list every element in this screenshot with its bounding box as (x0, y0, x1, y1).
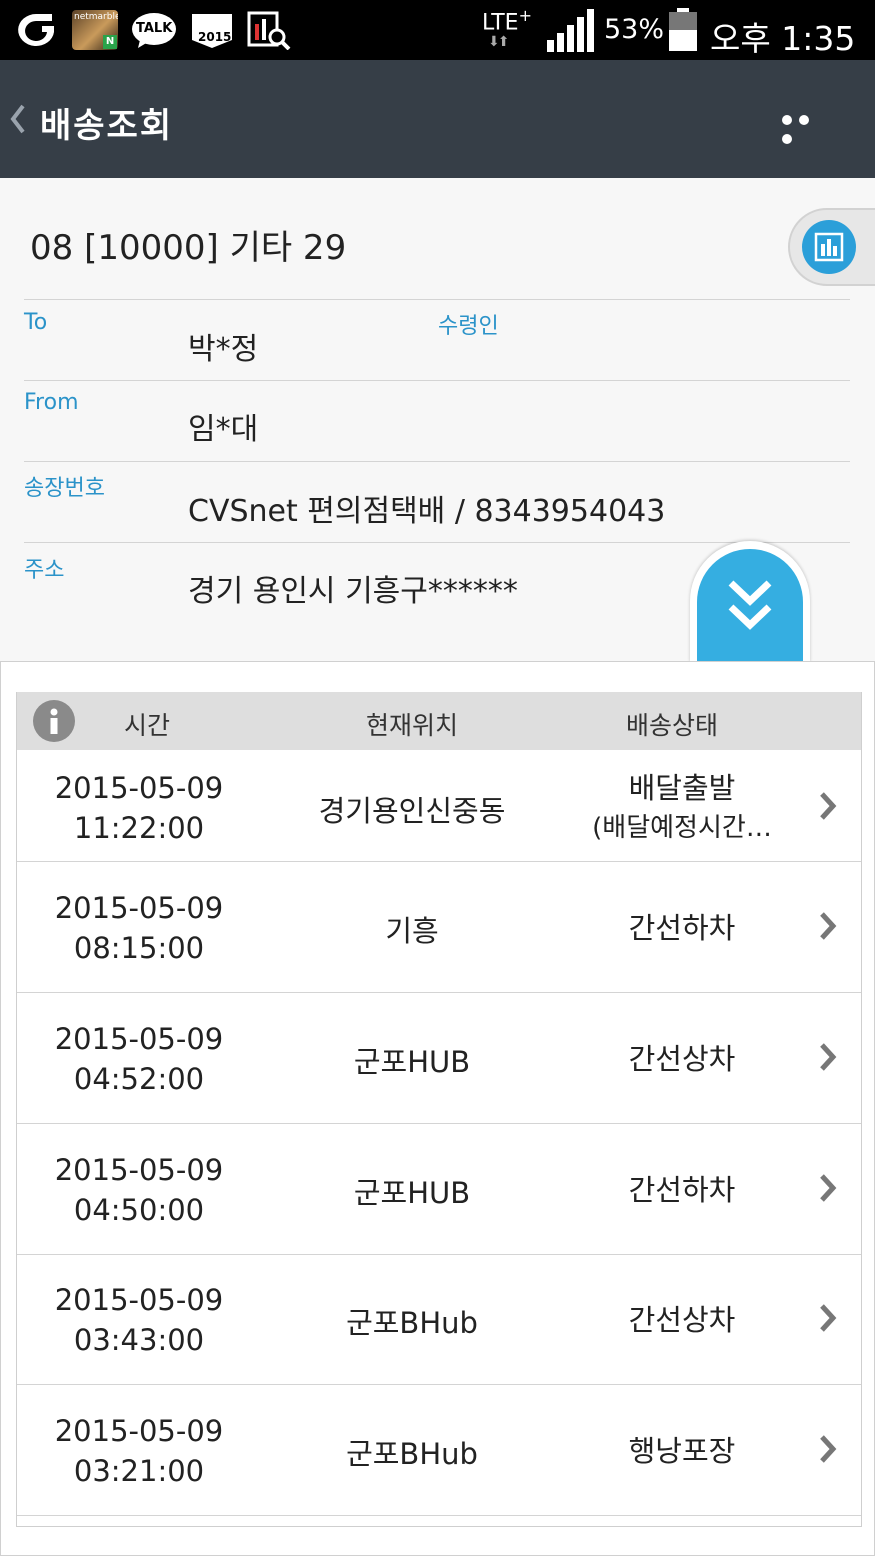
address-value: 경기 용인시 기흥구****** (188, 574, 518, 609)
table-header: 시간 현재위치 배송상태 (17, 692, 861, 750)
row-time: 11:22:00 (73, 811, 205, 845)
row-location: 군포HUB (353, 1045, 471, 1079)
tracking-panel: 시간 현재위치 배송상태 2015-05-09 11:22:00 경기용인신중동 … (0, 661, 875, 1556)
network-plus: + (518, 6, 532, 25)
more-options-icon[interactable] (782, 110, 832, 144)
row-time: 04:50:00 (73, 1193, 205, 1227)
expand-button[interactable] (690, 541, 810, 663)
row-status-line1: 배달출발 (628, 771, 736, 805)
network-label: LTE (482, 10, 519, 36)
2015-app-icon: 2015 (188, 10, 236, 50)
table-row[interactable]: 2015-05-09 04:50:00 군포HUB 간선하차 (17, 1124, 861, 1255)
row-datetime: 2015-05-09 04:50:00 (37, 1150, 241, 1230)
row-date: 2015-05-09 (54, 891, 224, 925)
chart-icon (802, 220, 856, 274)
table-row[interactable]: 2015-05-09 03:21:00 군포BHub 행낭포장 (17, 1385, 861, 1516)
tracking-table: 시간 현재위치 배송상태 2015-05-09 11:22:00 경기용인신중동 … (16, 692, 862, 1527)
to-value: 박*정 (188, 332, 259, 367)
item-title: 08 [10000] 기타 29 (30, 228, 347, 268)
divider (24, 380, 850, 381)
olleh-icon (18, 14, 55, 46)
row-status: 간선하차 (628, 1173, 736, 1207)
invoice-label: 송장번호 (24, 476, 105, 501)
divider (24, 542, 850, 543)
row-location: 기흥 (385, 914, 439, 948)
header-time: 시간 (123, 711, 170, 740)
row-date: 2015-05-09 (54, 771, 224, 805)
row-datetime: 2015-05-09 03:43:00 (37, 1280, 241, 1360)
divider (24, 461, 850, 462)
shipment-summary: 08 [10000] 기타 29 To 수령인 박*정 From 임*대 송장번… (0, 178, 875, 663)
row-status: 간선하차 (628, 911, 736, 945)
table-row[interactable]: 2015-05-09 11:22:00 경기용인신중동 배달출발 (배달예정시간… (17, 750, 861, 862)
row-status: 간선상차 (628, 1042, 736, 1076)
chevron-right-icon (820, 1174, 837, 1202)
row-time: 03:21:00 (73, 1454, 205, 1488)
row-date: 2015-05-09 (54, 1414, 224, 1448)
row-date: 2015-05-09 (54, 1283, 224, 1317)
row-location: 경기용인신중동 (318, 794, 506, 828)
row-datetime: 2015-05-09 04:52:00 (37, 1019, 241, 1099)
row-date: 2015-05-09 (54, 1153, 224, 1187)
row-status: 간선상차 (628, 1303, 736, 1337)
row-location: 군포BHub (346, 1437, 478, 1471)
chevron-right-icon (820, 1435, 837, 1463)
divider (24, 299, 850, 300)
status-bar: netmarble N TALK 2015 LTE+ ⬇⬆ 53% 오후 1:3… (0, 0, 875, 60)
row-location: 군포HUB (353, 1176, 471, 1210)
row-time: 03:43:00 (73, 1323, 205, 1357)
netmarble-label: netmarble (74, 12, 118, 22)
from-label: From (24, 390, 79, 415)
netmarble-icon: netmarble N (72, 10, 118, 50)
chevron-right-icon (820, 912, 837, 940)
battery-percent: 53% (604, 14, 665, 45)
row-status-line2: (배달예정시간… (592, 813, 772, 843)
search-chart-icon (247, 11, 291, 50)
recipient-label: 수령인 (438, 314, 499, 339)
signal-icon (547, 9, 594, 52)
row-date: 2015-05-09 (54, 1022, 224, 1056)
row-status: 행낭포장 (628, 1434, 736, 1468)
chevron-right-icon (820, 1304, 837, 1332)
row-location: 군포BHub (346, 1306, 478, 1340)
row-datetime: 2015-05-09 08:15:00 (37, 888, 241, 968)
row-status: 배달출발 (배달예정시간… (562, 768, 802, 848)
2015-app-label: 2015 (198, 30, 232, 44)
info-icon[interactable] (33, 700, 75, 742)
header-location: 현재위치 (365, 711, 458, 740)
kakaotalk-label: TALK (136, 21, 173, 36)
table-row[interactable]: 2015-05-09 03:43:00 군포BHub 간선상차 (17, 1254, 861, 1385)
invoice-value: CVSnet 편의점택배 / 8343954043 (188, 494, 666, 529)
netmarble-badge: N (103, 35, 117, 49)
row-time: 08:15:00 (73, 931, 205, 965)
app-header: 배송조회 (0, 60, 875, 178)
battery-icon (669, 8, 697, 51)
double-chevron-down-icon (728, 580, 772, 630)
row-time: 04:52:00 (73, 1062, 205, 1096)
chevron-right-icon (820, 1043, 837, 1071)
from-value: 임*대 (188, 412, 259, 447)
address-label: 주소 (24, 558, 65, 583)
header-status: 배송상태 (625, 711, 718, 740)
to-label: To (24, 310, 48, 335)
stats-button[interactable] (788, 208, 875, 286)
clock: 오후 1:35 (710, 19, 856, 58)
kakaotalk-icon: TALK (130, 10, 178, 50)
table-row[interactable]: 2015-05-09 08:15:00 기흥 간선하차 (17, 862, 861, 993)
network-type: LTE+ ⬇⬆ (482, 6, 540, 54)
table-row[interactable]: 2015-05-09 04:52:00 군포HUB 간선상차 (17, 993, 861, 1124)
chevron-right-icon (820, 792, 837, 820)
row-datetime: 2015-05-09 03:21:00 (37, 1411, 241, 1491)
data-arrows-icon: ⬇⬆ (488, 34, 510, 50)
back-chevron-icon[interactable] (10, 104, 26, 134)
row-datetime: 2015-05-09 11:22:00 (37, 768, 241, 848)
page-title: 배송조회 (40, 106, 174, 146)
